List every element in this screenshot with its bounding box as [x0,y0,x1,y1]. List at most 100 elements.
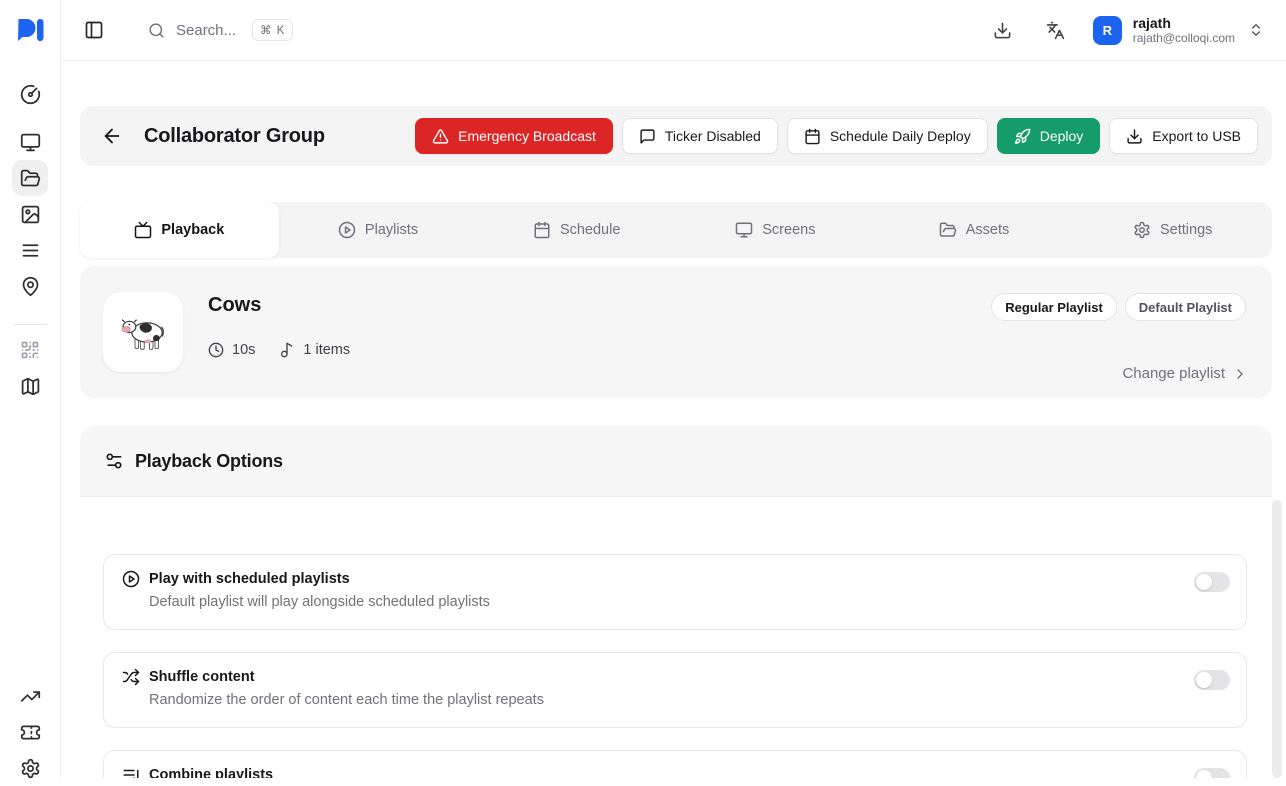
topbar: Search... ⌘ K R rajath rajath@colloqi.co… [60,0,1286,61]
clock-icon [208,342,224,358]
page-header: Collaborator Group Emergency Broadcast T… [80,106,1272,166]
shuffle-icon [122,668,140,686]
ticker-disabled-button[interactable]: Ticker Disabled [622,118,778,154]
tab-schedule[interactable]: Schedule [477,202,676,258]
toggle-knob [1196,574,1212,590]
settings-icon [1133,221,1151,239]
option-title: Combine playlists [149,767,273,778]
translate-icon [1046,21,1065,40]
sliders-icon [104,451,124,471]
sidebar-item-screens[interactable] [12,124,48,160]
sidebar-item-analytics[interactable] [12,678,48,714]
ticket-icon [20,722,41,743]
shuffle-content-toggle[interactable] [1194,670,1230,690]
playlist-item-count: 1 items [279,342,350,358]
alert-triangle-icon [432,128,449,145]
monitor-icon [735,221,753,239]
sidebar-toggle-button[interactable] [78,14,110,46]
play-with-scheduled-toggle[interactable] [1194,572,1230,592]
toggle-knob [1196,672,1212,688]
cow-image [119,314,167,351]
gauge-icon [20,84,41,105]
folder-open-icon [20,168,41,189]
user-name: rajath [1133,15,1235,31]
play-circle-icon [122,570,140,588]
vertical-scrollbar[interactable] [1272,500,1282,778]
trending-up-icon [20,686,41,707]
map-icon [20,376,41,397]
play-circle-icon [338,221,356,239]
sidebar-item-playlists[interactable] [12,232,48,268]
image-icon [20,204,41,225]
option-description: Default playlist will play alongside sch… [149,594,490,610]
option-row-shuffle: Shuffle content Randomize the order of c… [103,652,1247,728]
calendar-icon [804,128,821,145]
deploy-button[interactable]: Deploy [997,118,1101,154]
schedule-daily-deploy-button[interactable]: Schedule Daily Deploy [787,118,988,154]
regular-playlist-badge[interactable]: Regular Playlist [991,293,1117,321]
tab-playback[interactable]: Playback [80,202,279,258]
tab-playlists[interactable]: Playlists [279,202,478,258]
sidebar-divider [13,324,47,325]
playlist-title: Cows [208,294,261,317]
option-title: Shuffle content [149,669,255,685]
music-note-icon [279,342,295,358]
sidebar-item-dashboard[interactable] [12,76,48,112]
default-playlist-card: Cows 10s 1 items Regular Playlist Defaul… [80,266,1272,398]
toggle-knob [1196,770,1212,778]
option-row-combine: Combine playlists [103,750,1247,778]
download-button[interactable] [987,14,1019,46]
panel-left-icon [84,20,104,40]
download-icon [993,21,1012,40]
tab-screens[interactable]: Screens [676,202,875,258]
search-icon [148,22,165,39]
emergency-broadcast-button[interactable]: Emergency Broadcast [415,118,613,154]
chevrons-up-down-icon [1248,22,1264,38]
tab-assets[interactable]: Assets [875,202,1074,258]
tv-icon [134,221,152,239]
folder-open-icon [939,221,957,239]
playback-options-panel: Playback Options Play with scheduled pla… [80,426,1272,778]
option-title: Play with scheduled playlists [149,571,350,587]
calendar-icon [533,221,551,239]
sidebar-item-locations[interactable] [12,268,48,304]
download-icon [1126,128,1143,145]
sidebar-item-settings[interactable] [12,750,48,786]
playlist-thumbnail [103,292,183,372]
menu-lines-icon [20,240,41,261]
export-to-usb-button[interactable]: Export to USB [1109,118,1258,154]
app-logo[interactable] [16,19,44,41]
sidebar-item-assets[interactable] [12,196,48,232]
sidebar [0,0,61,778]
account-menu[interactable]: R rajath rajath@colloqi.com [1093,15,1264,45]
playback-options-body: Play with scheduled playlists Default pl… [80,497,1272,778]
playlist-meta: 10s 1 items [208,342,350,358]
message-square-icon [639,128,656,145]
map-pin-icon [20,276,41,297]
sidebar-item-license[interactable] [12,714,48,750]
sidebar-item-map[interactable] [12,368,48,404]
list-end-icon [122,766,140,778]
settings-icon [20,758,41,779]
rocket-icon [1014,128,1031,145]
chevron-right-icon [1232,366,1248,382]
playlist-duration: 10s [208,342,255,358]
section-title: Playback Options [135,451,283,472]
option-description: Randomize the order of content each time… [149,692,544,708]
back-button[interactable] [94,118,130,154]
search-shortcut-badge: ⌘ K [252,19,293,41]
brand-logo-icon [16,19,44,41]
sidebar-item-qr[interactable] [12,332,48,368]
tab-bar: Playback Playlists Schedule Screens Asse… [80,202,1272,258]
change-playlist-link[interactable]: Change playlist [1122,365,1248,382]
avatar: R [1093,16,1122,45]
sidebar-item-groups[interactable] [12,160,48,196]
search-placeholder: Search... [176,22,236,39]
combine-playlists-toggle[interactable] [1194,768,1230,778]
language-button[interactable] [1040,14,1072,46]
user-email: rajath@colloqi.com [1133,31,1235,45]
search-input[interactable]: Search... ⌘ K [148,19,293,41]
tab-settings[interactable]: Settings [1073,202,1272,258]
default-playlist-badge[interactable]: Default Playlist [1125,293,1246,321]
qr-code-icon [20,340,40,360]
